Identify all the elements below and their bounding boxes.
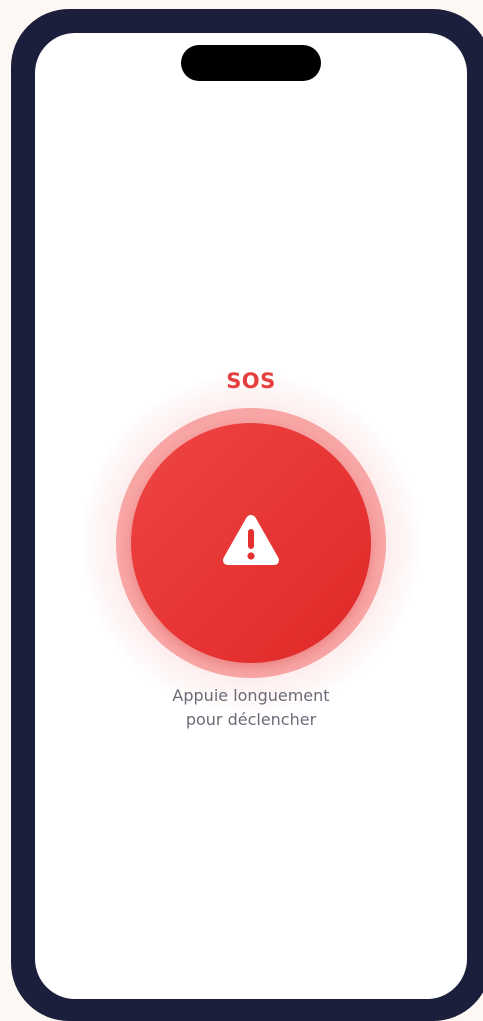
sos-button[interactable] xyxy=(131,423,371,663)
sos-hint-line1: Appuie longuement xyxy=(172,686,330,705)
phone-screen: SOS Appuie longuement pour déclencher xyxy=(35,33,467,999)
dynamic-island xyxy=(181,45,321,81)
sos-hint-line2: pour déclencher xyxy=(185,710,317,729)
sos-hint: Appuie longuement pour déclencher xyxy=(35,684,467,732)
phone-frame: SOS Appuie longuement pour déclencher xyxy=(11,9,483,1021)
warning-triangle-icon xyxy=(223,515,279,565)
sos-button-ring xyxy=(116,408,386,678)
